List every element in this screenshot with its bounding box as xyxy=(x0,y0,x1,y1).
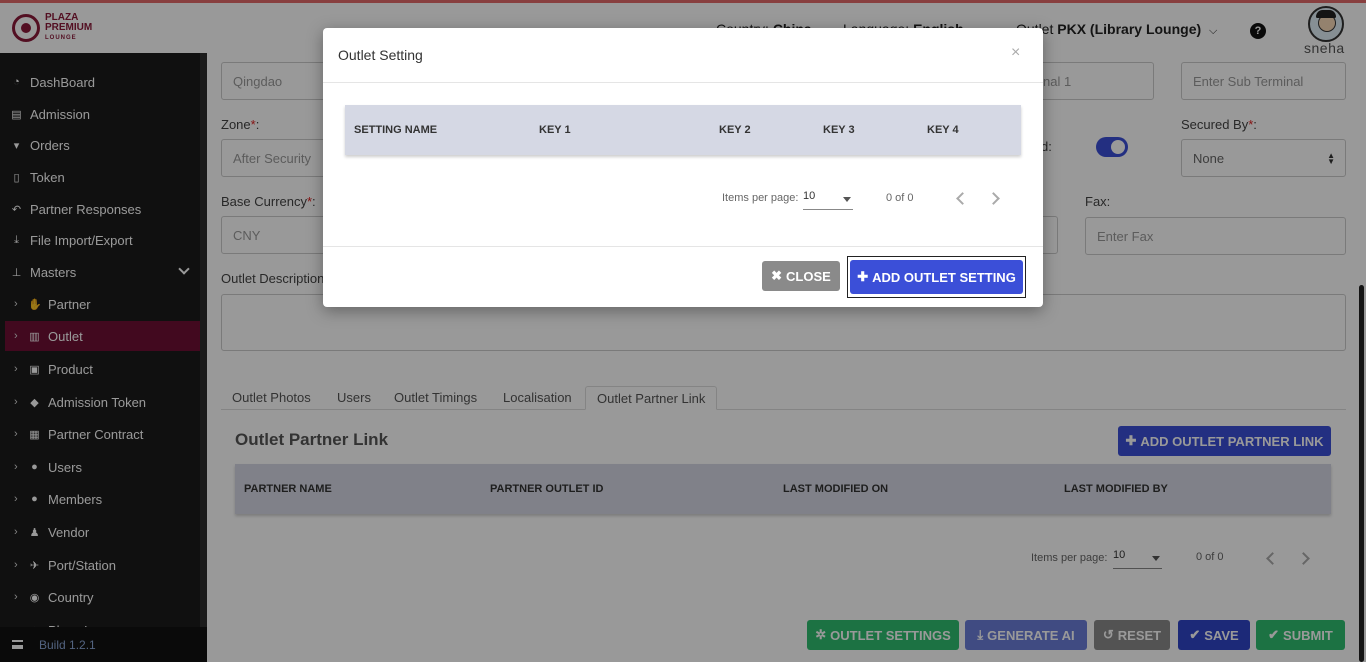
plus-icon: ✚ xyxy=(857,269,869,284)
items-per-page-label: Items per page: xyxy=(722,192,799,204)
items-per-page-select[interactable]: 10 xyxy=(803,190,853,210)
outlet-setting-table-header: SETTING NAME KEY 1 KEY 2 KEY 3 KEY 4 xyxy=(345,105,1021,155)
column-header[interactable]: KEY 1 xyxy=(539,124,571,136)
modal-header-divider xyxy=(323,82,1043,83)
add-outlet-setting-button[interactable]: ✚ ADD OUTLET SETTING xyxy=(850,260,1023,294)
next-page-icon[interactable] xyxy=(987,192,1000,205)
modal-footer-divider xyxy=(323,246,1043,247)
add-outlet-setting-label: ADD OUTLET SETTING xyxy=(872,269,1016,285)
previous-page-icon[interactable] xyxy=(956,192,969,205)
items-per-page-value: 10 xyxy=(803,190,816,202)
column-header[interactable]: SETTING NAME xyxy=(354,124,437,136)
outlet-setting-modal: Outlet Setting × SETTING NAME KEY 1 KEY … xyxy=(323,28,1043,307)
close-icon: ✖ xyxy=(771,268,783,283)
close-icon[interactable]: × xyxy=(1011,44,1020,62)
modal-title: Outlet Setting xyxy=(338,47,423,63)
column-header[interactable]: KEY 2 xyxy=(719,124,751,136)
close-button[interactable]: ✖ CLOSE xyxy=(762,261,840,291)
close-button-label: CLOSE xyxy=(786,268,831,284)
page-range: 0 of 0 xyxy=(886,192,914,204)
column-header[interactable]: KEY 4 xyxy=(927,124,959,136)
column-header[interactable]: KEY 3 xyxy=(823,124,855,136)
caret-down-icon xyxy=(843,197,851,202)
